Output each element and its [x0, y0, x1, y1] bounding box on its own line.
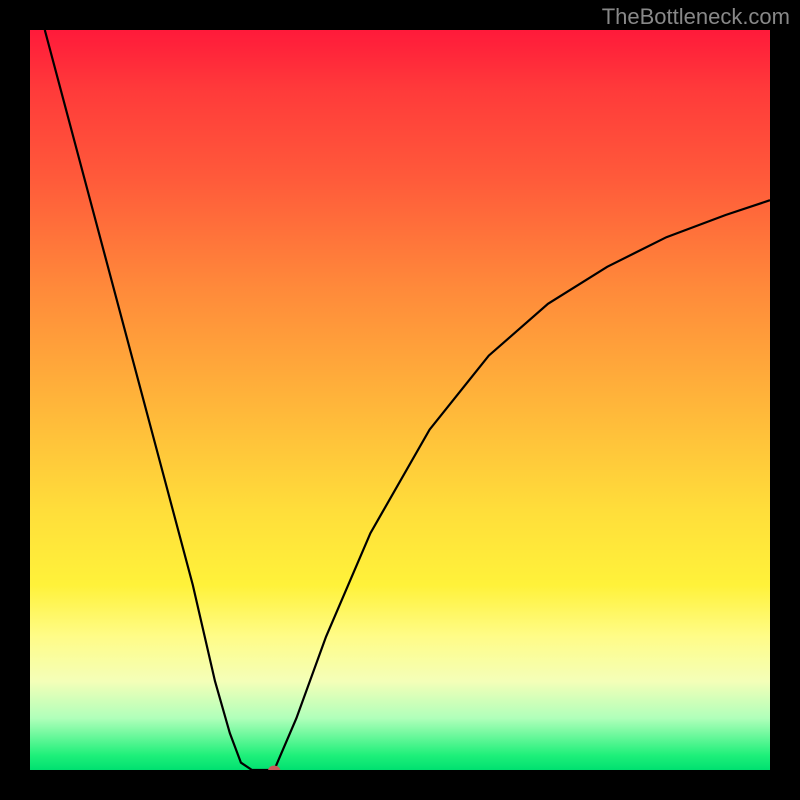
- chart-container: TheBottleneck.com: [0, 0, 800, 800]
- bottleneck-curve: [30, 30, 770, 770]
- frame-bottom: [0, 770, 800, 800]
- frame-left: [0, 0, 30, 800]
- frame-right: [770, 0, 800, 800]
- watermark-text: TheBottleneck.com: [602, 4, 790, 30]
